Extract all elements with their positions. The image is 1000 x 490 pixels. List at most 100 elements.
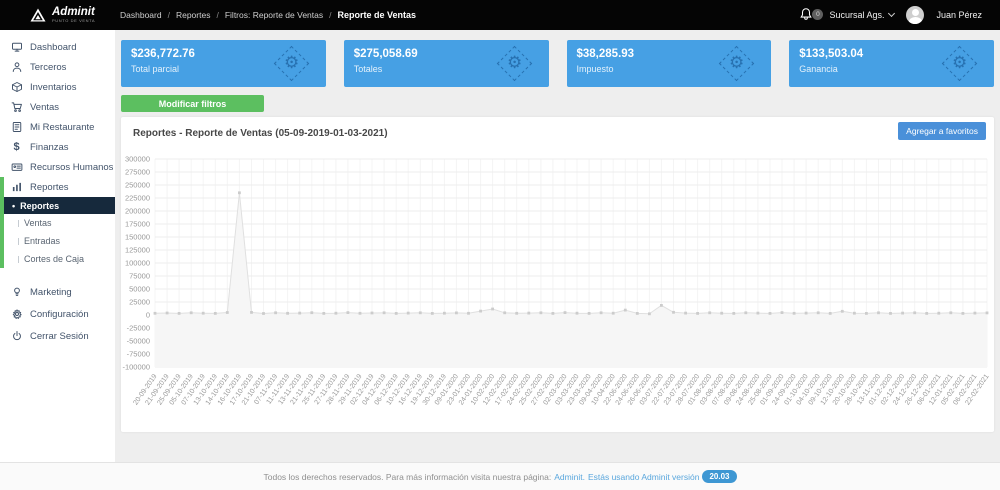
svg-text:100000: 100000: [125, 259, 150, 268]
sidebar-item-cerrar-sesion[interactable]: Cerrar Sesión: [0, 325, 115, 347]
sidebar-item-configuracion[interactable]: Configuración: [0, 303, 115, 325]
sidebar-item-ventas[interactable]: Ventas: [0, 97, 115, 117]
user-icon: [10, 61, 23, 74]
sidebar-item-finanzas[interactable]: $ Finanzas: [0, 137, 115, 157]
sidebar-item-dashboard[interactable]: Dashboard: [0, 37, 115, 57]
svg-text:-75000: -75000: [127, 350, 150, 359]
user-avatar[interactable]: [906, 6, 925, 24]
box-icon: [10, 81, 23, 94]
breadcrumb-separator: /: [329, 10, 332, 20]
dollar-icon: $: [13, 140, 20, 153]
report-panel-title: Reportes - Reporte de Ventas (05-09-2019…: [133, 127, 388, 139]
svg-text:-50000: -50000: [127, 337, 150, 346]
topbar: Adminit PUNTO DE VENTA Dashboard / Repor…: [0, 0, 1000, 30]
report-panel: Reportes - Reporte de Ventas (05-09-2019…: [121, 117, 994, 432]
stat-card-total-parcial: $236,772.76 Total parcial ⚙: [121, 40, 326, 87]
notification-count-badge: 0: [812, 9, 824, 20]
footer: Todos los derechos reservados. Para más …: [0, 462, 1000, 490]
sidebar-item-label: Recursos Humanos: [30, 161, 114, 173]
footer-adminit-link[interactable]: Adminit.: [554, 472, 585, 482]
subitem-tick: [18, 219, 19, 227]
sidebar-item-inventarios[interactable]: Inventarios: [0, 77, 115, 97]
sidebar-item-label: Cerrar Sesión: [30, 330, 89, 342]
modify-filters-button[interactable]: Modificar filtros: [121, 95, 264, 112]
svg-text:225000: 225000: [125, 194, 150, 203]
sidebar-item-marketing[interactable]: Marketing: [0, 281, 115, 303]
breadcrumb-current: Reporte de Ventas: [337, 10, 417, 20]
sidebar-item-label: Inventarios: [30, 81, 77, 93]
id-card-icon: [10, 161, 23, 174]
app-window: Adminit PUNTO DE VENTA Dashboard / Repor…: [0, 0, 1000, 490]
sidebar-item-label: Mi Restaurante: [30, 121, 95, 133]
power-icon: [10, 330, 23, 343]
breadcrumb: Dashboard / Reportes / Filtros: Reporte …: [120, 10, 416, 20]
stat-card-totales: $275,058.69 Totales ⚙: [343, 40, 549, 87]
chevron-down-icon: [888, 9, 896, 18]
sidebar: Dashboard Terceros Inventarios Ventas Mi…: [0, 30, 115, 462]
version-badge: 20.03: [702, 470, 737, 483]
breadcrumb-filtros[interactable]: Filtros: Reporte de Ventas: [225, 10, 323, 20]
sidebar-subitem-label: Entradas: [24, 236, 61, 246]
dashboard-icon: [10, 41, 23, 54]
branch-selector[interactable]: Sucursal Ags.: [829, 9, 896, 20]
sidebar-item-reportes[interactable]: Reportes: [4, 177, 115, 197]
svg-text:200000: 200000: [125, 207, 150, 216]
sidebar-item-label: Reportes: [30, 181, 69, 193]
sales-report-chart: 300000 275000 250000 225000 200000 175000 1500…: [121, 141, 994, 432]
bar-chart-icon: [10, 181, 23, 194]
footer-text: Todos los derechos reservados. Para más …: [263, 471, 552, 482]
subitem-tick: [18, 237, 19, 245]
svg-text:250000: 250000: [125, 181, 150, 190]
stat-card-impuesto: $38,285.93 Impuesto ⚙: [566, 40, 772, 87]
svg-text:300000: 300000: [125, 155, 150, 164]
sidebar-subitem-ventas[interactable]: Ventas: [4, 214, 115, 232]
subitem-tick: [18, 255, 19, 263]
svg-text:0: 0: [146, 311, 150, 320]
sidebar-item-label: Ventas: [30, 101, 60, 113]
svg-text:275000: 275000: [125, 168, 150, 177]
svg-text:75000: 75000: [129, 272, 150, 281]
sidebar-item-terceros[interactable]: Terceros: [0, 57, 115, 77]
svg-text:175000: 175000: [125, 220, 150, 229]
branch-label: Sucursal Ags.: [829, 10, 885, 20]
sidebar-item-recursos-humanos[interactable]: Recursos Humanos: [0, 157, 115, 177]
notifications-bell-icon[interactable]: 0: [799, 7, 824, 23]
sidebar-item-mi-restaurante[interactable]: Mi Restaurante: [0, 117, 115, 137]
sidebar-item-label: Marketing: [30, 286, 72, 298]
logo[interactable]: Adminit PUNTO DE VENTA: [0, 5, 118, 24]
sidebar-group-reportes: Reportes • Reportes Ventas Entradas Cort…: [0, 177, 115, 268]
breadcrumb-separator: /: [216, 10, 219, 20]
breadcrumb-dashboard[interactable]: Dashboard: [120, 10, 162, 20]
svg-text:125000: 125000: [125, 246, 150, 255]
sidebar-item-label: Finanzas: [30, 141, 69, 153]
sidebar-item-label: Terceros: [30, 61, 67, 73]
breadcrumb-reportes[interactable]: Reportes: [176, 10, 211, 20]
logo-name: Adminit: [52, 5, 95, 18]
sidebar-subitem-label: Cortes de Caja: [24, 254, 85, 264]
sidebar-item-label: Configuración: [30, 308, 89, 320]
sidebar-subitem-label: Reportes: [20, 200, 60, 211]
menu-book-icon: [10, 121, 23, 134]
svg-text:-100000: -100000: [122, 363, 150, 372]
add-to-favorites-button[interactable]: Agregar a favoritos: [898, 122, 986, 140]
marketing-icon: [10, 286, 23, 299]
footer-version-text: Estás usando Adminit versión: [587, 471, 700, 482]
sidebar-subitem-cortes-de-caja[interactable]: Cortes de Caja: [4, 250, 115, 268]
sidebar-subitem-label: Ventas: [24, 218, 52, 228]
stat-card-ganancia: $133,503.04 Ganancia ⚙: [789, 40, 994, 87]
svg-text:-25000: -25000: [127, 324, 150, 333]
gear-icon: [10, 308, 23, 321]
sidebar-subitem-reportes[interactable]: • Reportes: [4, 197, 115, 214]
cart-icon: [10, 101, 23, 114]
svg-text:150000: 150000: [125, 233, 150, 242]
svg-text:50000: 50000: [129, 285, 150, 294]
adminit-triangle-icon: [30, 8, 46, 22]
svg-text:25000: 25000: [129, 298, 150, 307]
sidebar-subitem-entradas[interactable]: Entradas: [4, 232, 115, 250]
breadcrumb-separator: /: [167, 10, 170, 20]
line-chart: 3000002750002500002250002000001750001500…: [122, 155, 990, 407]
main-content: $236,772.76 Total parcial ⚙ $275,058.69 …: [115, 30, 1000, 462]
logo-tagline: PUNTO DE VENTA: [52, 18, 96, 24]
active-bullet: •: [12, 200, 16, 211]
user-name[interactable]: Juan Pérez: [936, 10, 982, 20]
